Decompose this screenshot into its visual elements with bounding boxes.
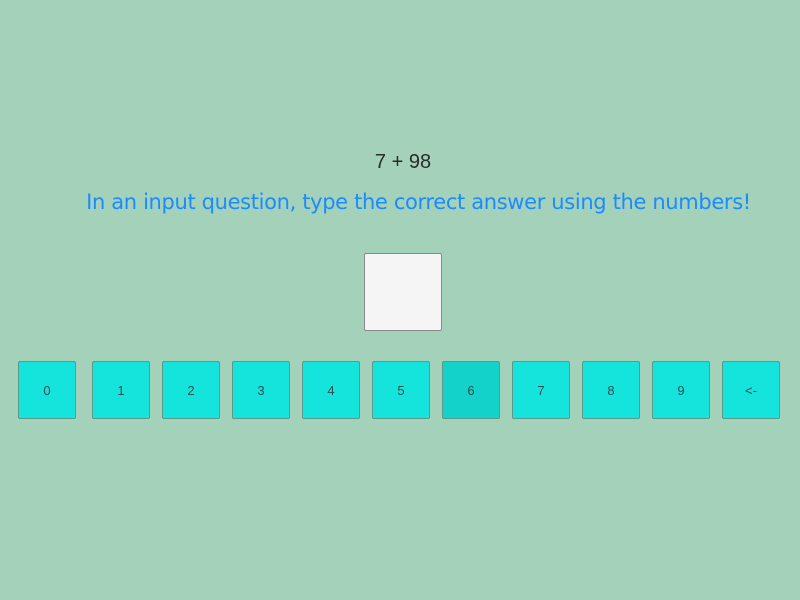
key-1-button[interactable]: 1 bbox=[92, 361, 150, 419]
key-9-button[interactable]: 9 bbox=[652, 361, 710, 419]
key-7-button[interactable]: 7 bbox=[512, 361, 570, 419]
answer-input-box[interactable] bbox=[364, 253, 442, 331]
key-6-button[interactable]: 6 bbox=[442, 361, 500, 419]
key-0-button[interactable]: 0 bbox=[18, 361, 76, 419]
backspace-key-button[interactable]: <- bbox=[722, 361, 780, 419]
key-3-button[interactable]: 3 bbox=[232, 361, 290, 419]
key-4-button[interactable]: 4 bbox=[302, 361, 360, 419]
instruction-text: In an input question, type the correct a… bbox=[86, 190, 751, 214]
number-keypad: 0 1 2 3 4 5 6 7 8 9 <- bbox=[0, 361, 800, 419]
question-text: 7 + 98 bbox=[374, 151, 432, 173]
key-5-button[interactable]: 5 bbox=[372, 361, 430, 419]
key-2-button[interactable]: 2 bbox=[162, 361, 220, 419]
key-8-button[interactable]: 8 bbox=[582, 361, 640, 419]
